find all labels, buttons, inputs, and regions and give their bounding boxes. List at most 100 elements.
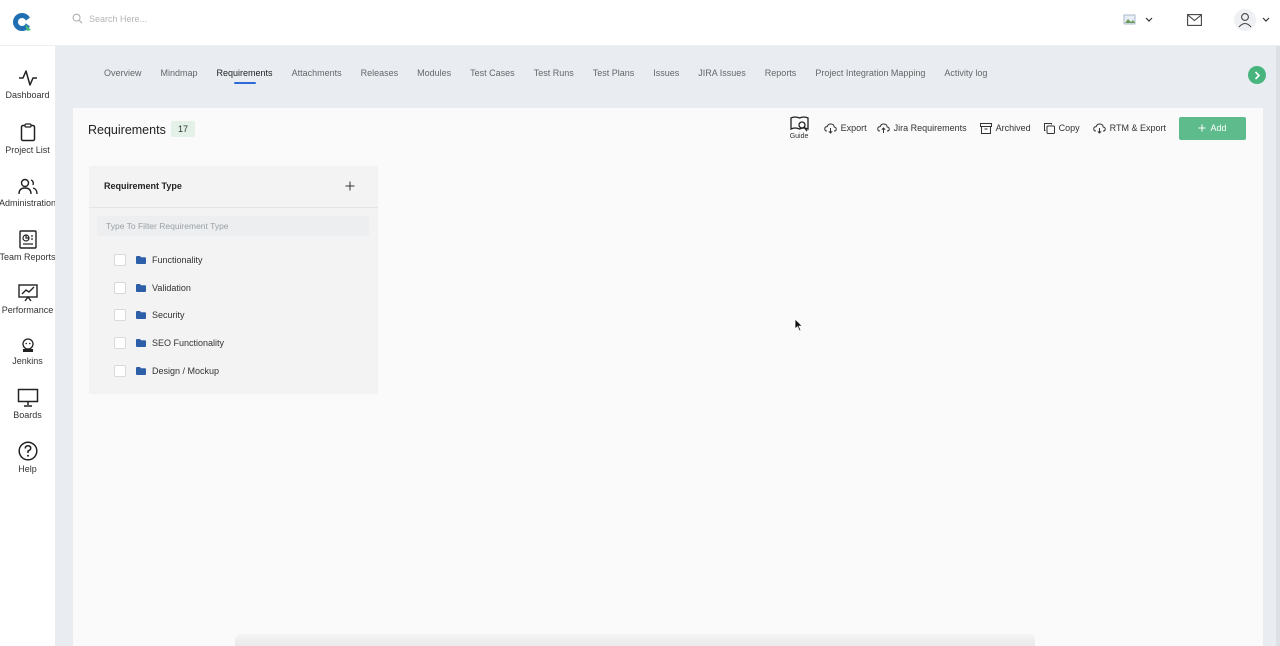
chevron-down-icon [1145,17,1153,22]
tab-attachments[interactable]: Attachments [292,68,342,84]
folder-icon [136,366,146,375]
mouse-cursor-icon [794,318,804,332]
list-item-label: SEO Functionality [152,337,225,348]
tab-reports[interactable]: Reports [765,68,797,84]
sidebar-item-label: Administration [0,198,55,208]
chevron-right-icon [1254,70,1260,80]
clipboard-icon [20,123,35,142]
list-item[interactable]: Functionality [114,246,224,274]
sidebar-item-performance[interactable]: Performance [0,283,55,315]
sidebar-item-project-list[interactable]: Project List [0,123,55,155]
copy-button[interactable]: Copy [1043,122,1080,134]
chevron-down-icon [1262,17,1270,22]
tab-test-plans[interactable]: Test Plans [593,68,635,84]
export-label: Export [840,123,867,133]
tab-jira-issues[interactable]: JIRA Issues [698,68,746,84]
list-item-label: Validation [152,282,191,293]
sidebar-item-label: Performance [1,305,54,315]
folder-icon [136,311,146,320]
user-menu[interactable] [1234,9,1270,31]
search-input[interactable] [89,13,289,24]
tab-overview[interactable]: Overview [104,68,142,84]
list-item[interactable]: Design / Mockup [114,357,224,385]
sidebar-item-dashboard[interactable]: Dashboard [0,69,55,100]
checkbox[interactable] [114,253,126,266]
sidebar-item-jenkins[interactable]: Jenkins [0,338,55,366]
rtm-export-label: RTM & Export [1109,123,1166,133]
folder-icon [136,283,146,292]
checkbox[interactable] [114,309,126,322]
list-item[interactable]: Security [114,301,224,329]
copy-label: Copy [1058,123,1080,133]
mail-icon[interactable] [1187,14,1202,26]
book-search-icon [789,116,809,132]
report-icon [18,230,37,249]
requirement-type-panel: Requirement Type Functionality Validatio… [89,166,378,394]
cloud-upload-icon [876,122,890,133]
activity-icon [18,70,37,86]
sidebar-item-label: Help [18,464,37,474]
plus-icon [1198,124,1206,132]
sidebar-item-label: Team Reports [0,252,55,262]
list-item[interactable]: SEO Functionality [114,329,224,357]
list-item-label: Design / Mockup [152,365,220,376]
tab-modules[interactable]: Modules [417,68,451,84]
sidebar-item-team-reports[interactable]: Team Reports [0,230,55,262]
export-button[interactable]: Export [823,122,867,134]
requirement-type-title: Requirement Type [104,181,182,191]
requirement-type-header: Requirement Type [89,166,378,208]
guide-button[interactable]: Guide [790,116,809,140]
tab-requirements[interactable]: Requirements [217,68,273,84]
plus-icon[interactable] [345,181,355,191]
avatar [1234,9,1256,31]
checkbox[interactable] [114,364,126,377]
project-image-dropdown[interactable] [1123,14,1153,26]
jenkins-icon [21,338,34,352]
sidebar-item-label: Project List [5,145,50,155]
cloud-download-icon [1092,122,1106,134]
app-logo[interactable] [12,11,34,33]
search-bar [72,13,289,24]
top-bar [0,0,1280,46]
sidebar-item-boards[interactable]: Boards [0,388,55,420]
page-title: Requirements [88,123,166,137]
board-icon [17,388,38,407]
tab-issues[interactable]: Issues [653,68,679,84]
sidebar-item-administration[interactable]: Administration [0,178,55,208]
vertical-scrollbar[interactable] [1276,46,1280,646]
tab-test-cases[interactable]: Test Cases [470,68,515,84]
add-label: Add [1210,123,1227,133]
archived-button[interactable]: Archived [979,122,1031,134]
copy-icon [1043,122,1055,134]
checkbox[interactable] [114,281,126,294]
tab-mindmap[interactable]: Mindmap [161,68,198,84]
requirements-panel: Requirements 17 Guide Export Jira Requir… [73,108,1263,646]
checkbox[interactable] [114,336,126,349]
project-tabs: Overview Mindmap Requirements Attachment… [104,68,987,84]
help-icon [17,441,38,461]
archived-label: Archived [995,123,1031,133]
tab-test-runs[interactable]: Test Runs [534,68,574,84]
add-requirement-button[interactable]: Add [1179,116,1246,140]
list-item-label: Functionality [152,254,203,265]
top-right-actions [1123,9,1270,31]
sidebar-item-label: Dashboard [5,90,50,100]
requirement-type-filter-input[interactable] [97,216,369,236]
jira-requirements-button[interactable]: Jira Requirements [876,122,967,134]
guide-label: Guide [789,133,809,140]
cloud-download-icon [823,122,837,134]
sidebar-item-label: Boards [13,410,42,420]
tab-project-integration-mapping[interactable]: Project Integration Mapping [815,68,925,84]
sidebar-item-label: Jenkins [12,356,43,366]
tab-releases[interactable]: Releases [361,68,399,84]
list-item[interactable]: Validation [114,274,224,302]
requirement-type-list: Functionality Validation Security SEO Fu… [114,246,224,384]
rtm-export-button[interactable]: RTM & Export [1092,122,1166,134]
broken-image-icon [1123,14,1136,25]
folder-icon [136,255,146,264]
sidebar-item-help[interactable]: Help [0,441,55,474]
toolbar: Guide Export Jira Requirements Archived [790,116,1246,140]
tab-activity-log[interactable]: Activity log [944,68,987,84]
list-item-label: Security [152,310,185,321]
tabs-next-button[interactable] [1248,66,1266,84]
